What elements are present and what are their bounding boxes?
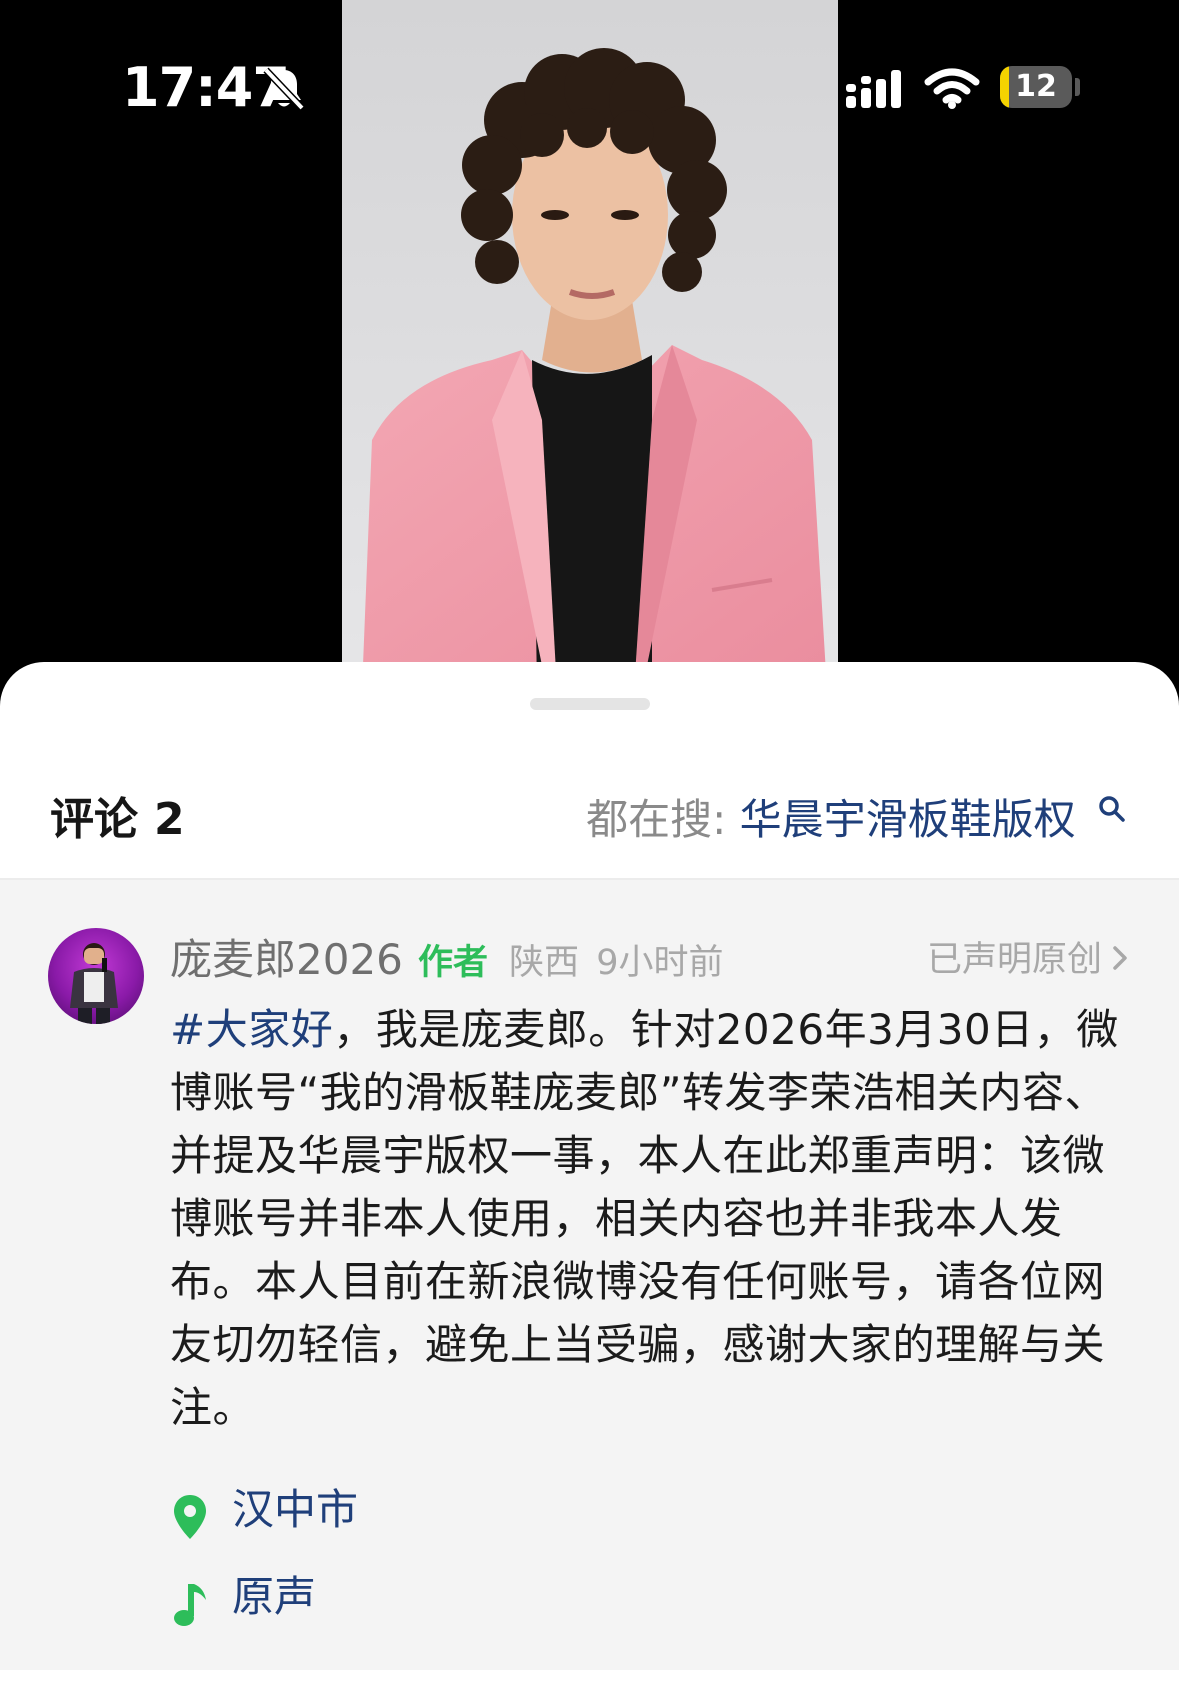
bell-slash-icon [263,67,305,111]
sheet-header: 评论 2 都在搜: 华晨宇滑板鞋版权 [0,762,1179,877]
status-bar: 17:47 12 [0,0,1179,180]
comment-time: 9小时前 [596,943,724,983]
audio-tag[interactable]: 原声 [170,1567,316,1627]
location-tag[interactable]: 汉中市 [170,1480,358,1540]
comment-meta: 庞麦郎2026 作者 陕西 9小时前 已声明原创 [170,930,1130,990]
screen: 17:47 12 评论 2 都在搜: 华晨宇滑板鞋版权 庞麦郎2026 作者 陕… [0,0,1179,1690]
location-tag-label: 汉中市 [232,1485,359,1534]
author-name[interactable]: 庞麦郎2026 [170,935,403,984]
avatar-image [70,943,118,1024]
original-claim-label: 已声明原创 [926,940,1102,980]
battery-icon: 12 [1000,66,1080,108]
author-badge: 作者 [417,943,488,983]
comments-label: 评论 [50,794,138,845]
trending-prefix: 都在搜: [586,795,727,844]
comment-sheet: 评论 2 都在搜: 华晨宇滑板鞋版权 庞麦郎2026 作者 陕西 9小时前 已声… [0,662,1179,1690]
battery-cap [1075,78,1080,96]
trending-query[interactable]: 华晨宇滑板鞋版权 [740,795,1076,844]
battery-body: 12 [1000,66,1072,108]
search-icon [1099,796,1125,822]
battery-level: 12 [1015,69,1057,104]
avatar[interactable] [48,928,144,1024]
wifi-icon [924,68,980,109]
author-location: 陕西 [509,943,580,983]
audio-tag-label: 原声 [232,1572,317,1621]
comment-list: 庞麦郎2026 作者 陕西 9小时前 已声明原创 #大家好，我是庞麦郎。针对20… [0,878,1179,1670]
location-pin-icon [174,1494,206,1539]
hashtag-link[interactable]: #大家好 [170,1005,333,1054]
comments-number: 2 [154,794,185,845]
comment-count: 评论 2 [50,792,185,848]
drag-handle[interactable] [530,698,650,710]
original-claim-link[interactable]: 已声明原创 [927,930,1130,990]
comment-body: ，我是庞麦郎。针对2026年3月30日，微博账号“我的滑板鞋庞麦郎”转发李荣浩相… [170,1005,1119,1432]
chevron-right-icon [1113,946,1127,970]
trending-search-link[interactable]: 都在搜: 华晨宇滑板鞋版权 [586,792,1127,848]
signal-icon [846,70,901,108]
comment-text: #大家好，我是庞麦郎。针对2026年3月30日，微博账号“我的滑板鞋庞麦郎”转发… [170,998,1130,1439]
music-note-icon [174,1583,206,1626]
